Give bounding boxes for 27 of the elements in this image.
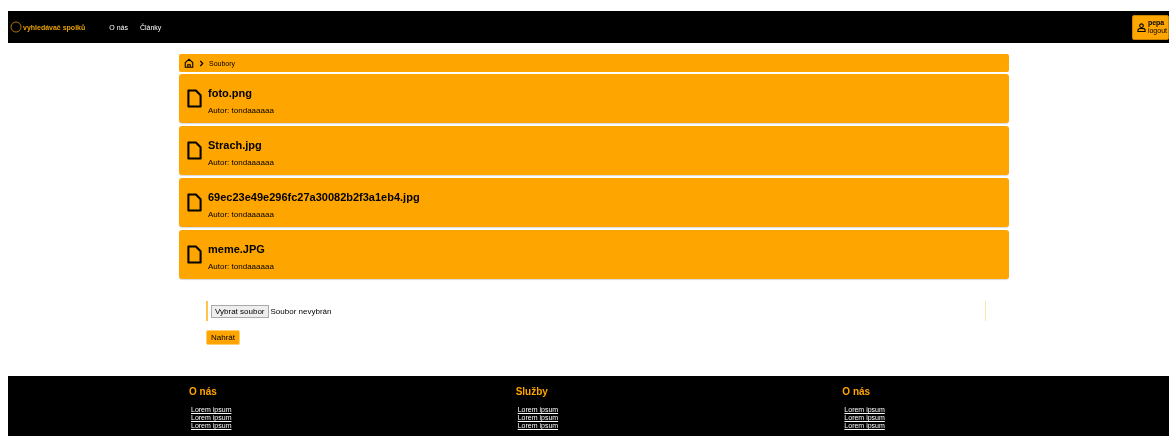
file-author: Autor: tondaaaaaa	[208, 157, 274, 167]
file-card[interactable]: Strach.jpg Autor: tondaaaaaa	[179, 126, 1009, 175]
chevron-icon	[199, 59, 204, 67]
file-icon	[187, 89, 202, 108]
user-icon	[1136, 22, 1146, 32]
file-icon	[187, 193, 202, 212]
file-name: meme.JPG	[208, 242, 266, 255]
choose-file-button[interactable]: Vybrat soubor	[211, 304, 269, 318]
footer-heading: O nás	[189, 386, 218, 397]
file-icon	[187, 245, 202, 264]
footer-heading: O nás	[842, 386, 872, 397]
file-name: Strach.jpg	[208, 138, 263, 151]
file-author: Autor: tondaaaaaa	[208, 105, 274, 115]
file-name: foto.png	[208, 86, 253, 99]
file-name: 69ec23e49e296fc27a30082b2f3a1eb4.jpg	[208, 190, 420, 203]
footer-heading: Služby	[515, 386, 549, 397]
upload-button[interactable]: Nahrát	[206, 330, 240, 345]
file-status: Soubor nevybrán	[270, 306, 332, 316]
file-card[interactable]: 69ec23e49e296fc27a30082b2f3a1eb4.jpg Autor: tondaaaaaa	[179, 178, 1009, 227]
file-author: Autor: tondaaaaaa	[208, 261, 274, 271]
file-card[interactable]: meme.JPG Autor: tondaaaaaa	[179, 230, 1009, 279]
logo-icon[interactable]	[10, 21, 22, 33]
file-author: Autor: tondaaaaaa	[208, 209, 275, 219]
home-icon[interactable]	[184, 58, 194, 68]
file-input[interactable]: Vybrat soubor Soubor nevybrán	[206, 301, 986, 321]
file-card[interactable]: foto.png Autor: tondaaaaaa	[179, 74, 1009, 123]
file-icon	[187, 141, 202, 160]
